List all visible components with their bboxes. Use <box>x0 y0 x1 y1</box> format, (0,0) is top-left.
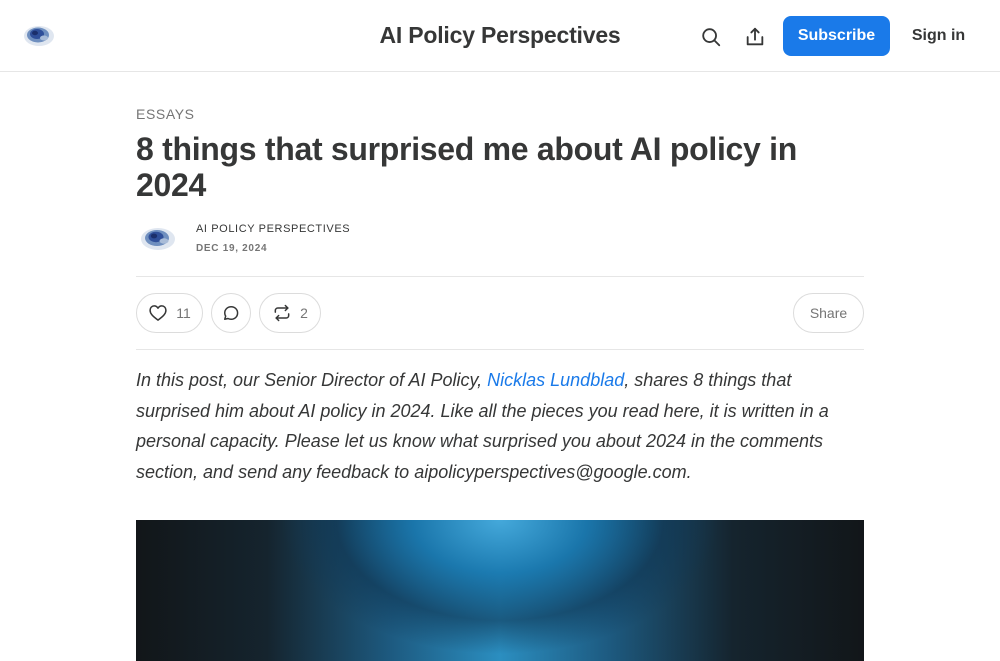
search-icon <box>702 28 721 47</box>
intro-text-start: In this post, our Senior Director of AI … <box>136 370 488 390</box>
share-upload-icon <box>746 27 764 46</box>
intro-paragraph: In this post, our Senior Director of AI … <box>136 365 864 487</box>
restack-button[interactable]: 2 <box>259 293 321 333</box>
post-title: 8 things that surprised me about AI poli… <box>136 131 797 203</box>
comment-icon <box>224 306 239 320</box>
divider <box>136 349 864 350</box>
divider <box>136 276 864 277</box>
share-button[interactable]: Share <box>793 293 864 333</box>
hero-image[interactable] <box>136 520 864 661</box>
author-name[interactable]: AI POLICY PERSPECTIVES <box>196 223 350 235</box>
subscribe-button[interactable]: Subscribe <box>783 16 890 56</box>
heart-icon <box>149 305 167 321</box>
section-label[interactable]: ESSAYS <box>136 106 195 122</box>
like-count: 11 <box>176 305 191 321</box>
author-avatar[interactable] <box>138 222 178 256</box>
sign-in-button[interactable]: Sign in <box>906 16 971 56</box>
top-navbar: AI Policy Perspectives Subscribe Sign in <box>0 0 1000 72</box>
restack-count: 2 <box>300 305 308 321</box>
restack-icon <box>274 304 290 322</box>
like-button[interactable]: 11 <box>136 293 203 333</box>
author-link[interactable]: Nicklas Lundblad <box>487 370 624 390</box>
comment-button[interactable] <box>211 293 251 333</box>
post-date: DEC 19, 2024 <box>196 243 268 254</box>
share-button-header[interactable] <box>742 24 768 50</box>
search-button[interactable] <box>698 24 724 50</box>
